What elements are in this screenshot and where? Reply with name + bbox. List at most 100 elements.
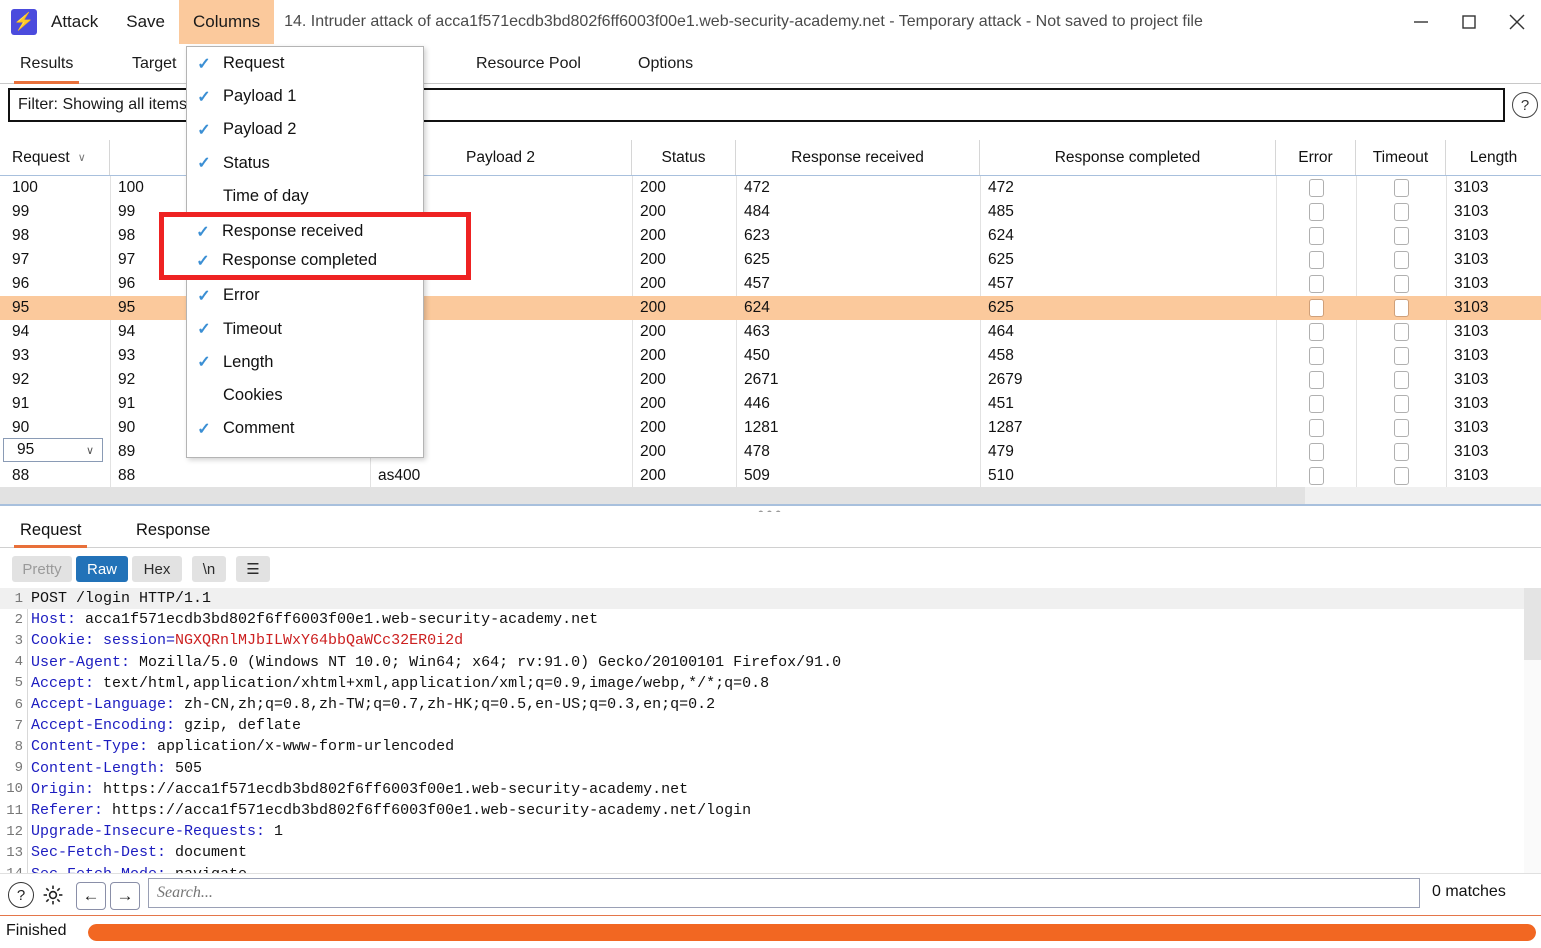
checkbox-box[interactable]	[1393, 323, 1409, 341]
timeout-checkbox[interactable]	[1356, 440, 1446, 464]
checkbox-box[interactable]	[1393, 251, 1409, 269]
checkbox-box[interactable]	[1393, 395, 1409, 413]
column-header-response-received[interactable]: Response received	[736, 140, 980, 175]
columns-menu-item-comment[interactable]: ✓ Comment	[187, 412, 423, 445]
newline-button[interactable]: \n	[192, 556, 226, 582]
checkbox-box[interactable]	[1393, 227, 1409, 245]
checkbox-box[interactable]	[1308, 227, 1324, 245]
columns-menu-item-request[interactable]: ✓ Request	[187, 47, 423, 80]
checkbox-box[interactable]	[1393, 203, 1409, 221]
checkbox-box[interactable]	[1308, 299, 1324, 317]
checkbox-box[interactable]	[1393, 347, 1409, 365]
columns-menu-item-length[interactable]: ✓ Length	[187, 346, 423, 379]
hamburger-menu-icon[interactable]: ☰	[236, 556, 270, 582]
checkbox-box[interactable]	[1308, 203, 1324, 221]
table-row[interactable]: 88 88 as400 200 509 510 3103	[0, 464, 1541, 488]
checkbox-box[interactable]	[1308, 347, 1324, 365]
error-checkbox[interactable]	[1276, 440, 1356, 464]
columns-menu-item-timeout[interactable]: ✓ Timeout	[187, 313, 423, 346]
error-checkbox[interactable]	[1276, 344, 1356, 368]
columns-menu-item-payload-2[interactable]: ✓ Payload 2	[187, 113, 423, 146]
tab-request[interactable]: Request	[14, 512, 88, 548]
help-icon[interactable]: ?	[1512, 92, 1538, 118]
timeout-checkbox[interactable]	[1356, 296, 1446, 320]
error-checkbox[interactable]	[1276, 392, 1356, 416]
request-row-combo[interactable]: 95 ∨	[3, 438, 103, 462]
checkbox-box[interactable]	[1393, 371, 1409, 389]
columns-menu-item-payload-1[interactable]: ✓ Payload 1	[187, 80, 423, 113]
column-header-timeout[interactable]: Timeout	[1356, 140, 1446, 175]
timeout-checkbox[interactable]	[1356, 320, 1446, 344]
raw-button[interactable]: Raw	[76, 556, 128, 582]
timeout-checkbox[interactable]	[1356, 248, 1446, 272]
menu-attack[interactable]: Attack	[37, 0, 112, 44]
tab-options[interactable]: Options	[632, 44, 699, 84]
timeout-checkbox[interactable]	[1356, 368, 1446, 392]
columns-menu-item-status[interactable]: ✓ Status	[187, 147, 423, 180]
column-header-request[interactable]: Request ∨	[4, 140, 110, 175]
column-header-error[interactable]: Error	[1276, 140, 1356, 175]
columns-menu-item-error[interactable]: ✓ Error	[187, 279, 423, 312]
timeout-checkbox[interactable]	[1356, 392, 1446, 416]
checkbox-box[interactable]	[1308, 419, 1324, 437]
checkbox-box[interactable]	[1393, 299, 1409, 317]
column-header-status[interactable]: Status	[632, 140, 736, 175]
checkbox-box[interactable]	[1308, 395, 1324, 413]
timeout-checkbox[interactable]	[1356, 272, 1446, 296]
menu-save[interactable]: Save	[112, 0, 179, 44]
search-prev-button[interactable]: ←	[76, 882, 106, 910]
error-checkbox[interactable]	[1276, 320, 1356, 344]
pretty-button[interactable]: Pretty	[12, 556, 72, 582]
columns-menu-item-time-of-day[interactable]: Time of day	[187, 180, 423, 213]
timeout-checkbox[interactable]	[1356, 344, 1446, 368]
checkbox-box[interactable]	[1308, 323, 1324, 341]
tab-resource-pool[interactable]: Resource Pool	[470, 44, 587, 84]
checkbox-box[interactable]	[1308, 371, 1324, 389]
timeout-checkbox[interactable]	[1356, 416, 1446, 440]
checkbox-box[interactable]	[1308, 443, 1324, 461]
error-checkbox[interactable]	[1276, 248, 1356, 272]
search-next-button[interactable]: →	[110, 882, 140, 910]
search-input[interactable]	[148, 878, 1420, 908]
error-checkbox[interactable]	[1276, 176, 1356, 200]
error-checkbox[interactable]	[1276, 200, 1356, 224]
gear-icon[interactable]	[40, 882, 66, 908]
checkbox-box[interactable]	[1308, 275, 1324, 293]
checkbox-box[interactable]	[1393, 275, 1409, 293]
scrollbar-thumb[interactable]	[0, 487, 1305, 504]
timeout-checkbox[interactable]	[1356, 224, 1446, 248]
scrollbar-thumb[interactable]	[1524, 588, 1541, 660]
error-checkbox[interactable]	[1276, 464, 1356, 488]
timeout-checkbox[interactable]	[1356, 200, 1446, 224]
checkbox-box[interactable]	[1308, 251, 1324, 269]
error-checkbox[interactable]	[1276, 224, 1356, 248]
column-header-length[interactable]: Length	[1446, 140, 1541, 175]
timeout-checkbox[interactable]	[1356, 464, 1446, 488]
table-cell: 3103	[1454, 347, 1489, 364]
checkbox-box[interactable]	[1393, 419, 1409, 437]
menu-columns[interactable]: Columns	[179, 0, 275, 44]
code-vertical-scrollbar[interactable]	[1524, 588, 1541, 873]
checkbox-box[interactable]	[1393, 179, 1409, 197]
error-checkbox[interactable]	[1276, 416, 1356, 440]
search-help-icon[interactable]: ?	[8, 882, 34, 908]
checkbox-box[interactable]	[1393, 443, 1409, 461]
error-checkbox[interactable]	[1276, 368, 1356, 392]
tab-response[interactable]: Response	[130, 512, 216, 548]
checkbox-box[interactable]	[1308, 179, 1324, 197]
close-icon[interactable]	[1493, 0, 1541, 44]
hex-button[interactable]: Hex	[132, 556, 182, 582]
checkbox-box[interactable]	[1393, 467, 1409, 485]
results-horizontal-scrollbar[interactable]	[0, 487, 1541, 504]
minimize-icon[interactable]	[1397, 0, 1445, 44]
columns-menu-item-cookies[interactable]: Cookies	[187, 379, 423, 412]
tab-results[interactable]: Results	[14, 44, 80, 84]
error-checkbox[interactable]	[1276, 296, 1356, 320]
timeout-checkbox[interactable]	[1356, 176, 1446, 200]
column-header-response-completed[interactable]: Response completed	[980, 140, 1276, 175]
checkbox-box[interactable]	[1308, 467, 1324, 485]
tab-target[interactable]: Target	[126, 44, 182, 84]
error-checkbox[interactable]	[1276, 272, 1356, 296]
request-code-viewer[interactable]: 1 POST /login HTTP/1.1 2 Host: acca1f571ecd…	[0, 588, 1541, 873]
maximize-icon[interactable]	[1445, 0, 1493, 44]
